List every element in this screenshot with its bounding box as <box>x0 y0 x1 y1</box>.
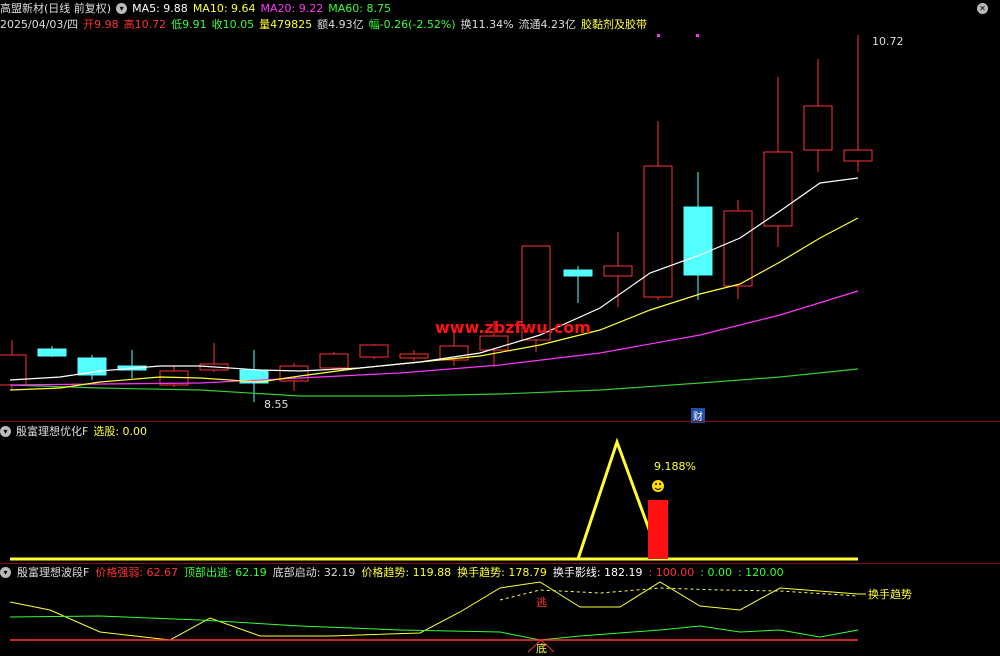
bottom-marker-label: 底 <box>536 642 547 655</box>
panel2-field: 顶部出逃: 62.19 <box>184 566 267 579</box>
panel2-field: 价格趋势: 119.88 <box>361 566 452 579</box>
candle[interactable] <box>803 105 833 151</box>
candle[interactable] <box>0 354 27 386</box>
ma60-line <box>9 368 859 397</box>
candle[interactable] <box>479 335 509 351</box>
ma20-line <box>9 290 859 386</box>
candle[interactable] <box>37 348 67 357</box>
panel1-field: 选股: 0.00 <box>93 425 148 438</box>
panel1-header: ▾ 殷富理想优化F 选股: 0.00 <box>0 423 147 439</box>
low-price-label: 8.55 <box>264 398 289 411</box>
signal-dot <box>657 34 660 37</box>
panel2-field: : 120.00 <box>737 565 784 579</box>
turnover-trend-label: 换手趋势 <box>868 588 912 601</box>
panel2-field: 换手趋势: 178.79 <box>457 566 547 579</box>
panel1-name[interactable]: 殷富理想优化F <box>16 423 88 439</box>
candles <box>0 34 873 402</box>
panel2-field: 底部启动: 32.19 <box>272 566 356 579</box>
candle[interactable] <box>603 265 633 277</box>
candle[interactable] <box>843 149 873 162</box>
panel1-value-label: 9.188% <box>654 460 696 473</box>
panel1-menu-icon[interactable]: ▾ <box>0 425 11 437</box>
panel2-field: : 100.00 <box>648 565 695 579</box>
panel2-menu-icon[interactable]: ▾ <box>0 566 11 578</box>
panel2-field: 价格强弱: 62.67 <box>95 566 179 579</box>
candle[interactable] <box>643 165 673 298</box>
panel2-field: : 0.00 <box>700 565 732 579</box>
candle[interactable] <box>563 269 593 277</box>
candle[interactable] <box>359 344 389 358</box>
panel2-header: ▾ 殷富理想波段F 价格强弱: 62.67 顶部出逃: 62.19 底部启动: … <box>0 564 784 580</box>
candle[interactable] <box>399 353 429 359</box>
panel2-name[interactable]: 殷富理想波段F <box>17 564 89 580</box>
high-price-label: 10.72 <box>872 35 904 48</box>
escape-marker: 逃 <box>536 596 547 609</box>
panel-divider <box>0 421 1000 422</box>
signal-dot <box>696 34 699 37</box>
candle[interactable] <box>723 210 753 287</box>
candle[interactable] <box>763 151 793 227</box>
candle[interactable] <box>683 206 713 276</box>
candle[interactable] <box>319 353 349 369</box>
watermark: www.zbzfwu.com <box>435 318 591 337</box>
panel2-field: 换手影线: 182.19 <box>552 566 643 579</box>
